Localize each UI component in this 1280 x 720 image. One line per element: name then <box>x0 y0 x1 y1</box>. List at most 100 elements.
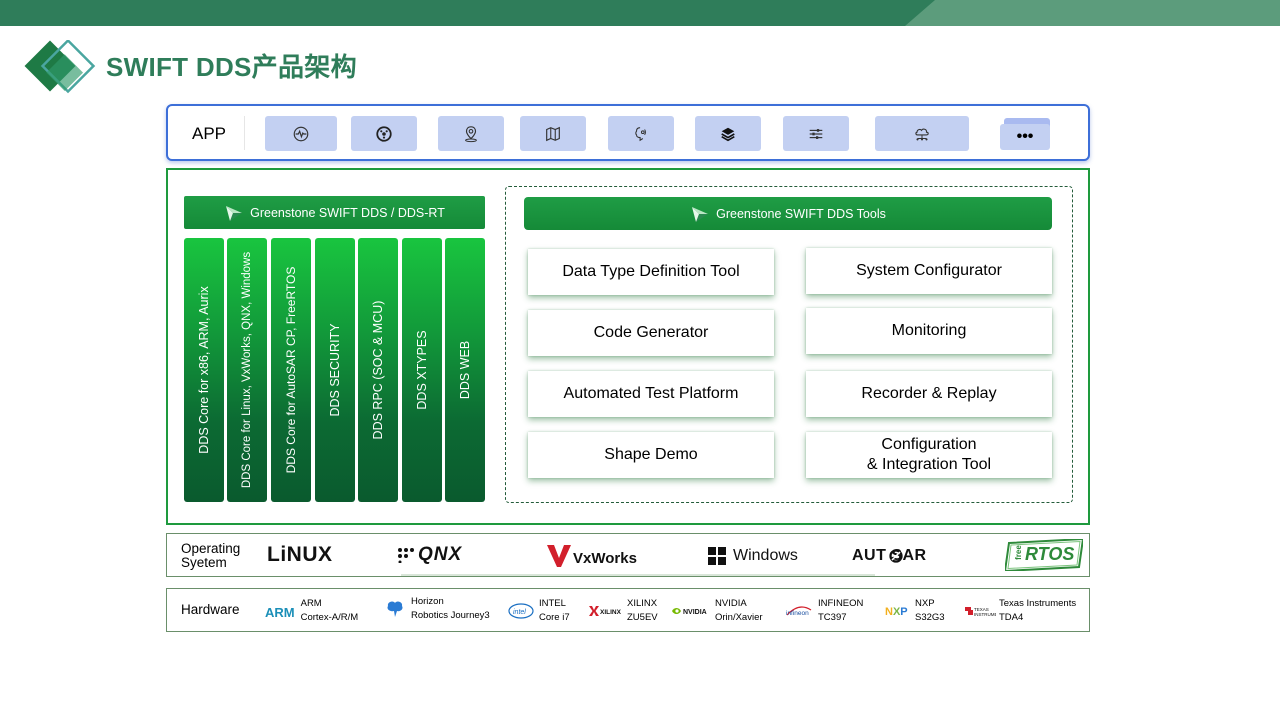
freertos-free-text: free <box>1013 545 1023 560</box>
dds-main-layer: Greenstone SWIFT DDS / DDS-RT DDS Core f… <box>166 168 1090 525</box>
activity-icon[interactable] <box>265 116 337 151</box>
autosar-logo: AUT SAR <box>852 547 927 565</box>
svg-text:infineon: infineon <box>786 610 809 617</box>
hw-name: Horizon <box>411 596 444 607</box>
hw-name: XILINX <box>627 598 658 609</box>
tool-data-type-definition: Data Type Definition Tool <box>528 249 774 295</box>
hw-nvidia: NVIDIA NVIDIA Orin/Xavier <box>671 597 763 625</box>
windows-logo: Windows <box>708 547 798 565</box>
tool-configuration-integration: Configuration & Integration Tool <box>806 432 1052 478</box>
windows-icon <box>708 547 726 565</box>
hw-horizon: Horizon Robotics Journey3 <box>385 595 490 623</box>
vxworks-logo: VxWorks <box>547 544 637 567</box>
svg-text:NVIDIA: NVIDIA <box>683 609 707 616</box>
core-column-autosar: DDS Core for AutoSAR CP, FreeRTOS <box>271 238 311 502</box>
hw-infineon: infineon INFINEON TC397 <box>785 597 863 625</box>
core-column-web: DDS WEB <box>445 238 485 502</box>
svg-text:INSTRUMENTS: INSTRUMENTS <box>974 612 996 617</box>
map-icon[interactable] <box>520 116 586 151</box>
nxp-logo-icon: NXP <box>885 606 908 617</box>
hw-name: INTEL <box>539 598 566 609</box>
linux-logo: LiNUX <box>267 543 333 567</box>
company-logo-icon <box>24 40 96 94</box>
freertos-logo: free RTOS <box>1005 539 1083 571</box>
core-column-rpc: DDS RPC (SOC & MCU) <box>358 238 398 502</box>
hw-nxp: NXP NXP S32G3 <box>885 597 945 625</box>
vxworks-v-icon <box>547 544 571 567</box>
svg-text:intel: intel <box>513 609 526 616</box>
os-label: Operating Syetem <box>181 542 240 570</box>
hw-model: TC397 <box>818 612 847 623</box>
core-column-label: DDS RPC (SOC & MCU) <box>371 300 385 440</box>
freertos-logo-text: RTOS <box>1025 544 1075 564</box>
svg-text:XILINX: XILINX <box>600 609 622 616</box>
tool-recorder-replay: Recorder & Replay <box>806 371 1052 417</box>
app-label: APP <box>192 124 227 143</box>
core-header: Greenstone SWIFT DDS / DDS-RT <box>184 196 485 229</box>
os-divider <box>401 574 875 576</box>
os-label-line2: Syetem <box>181 555 227 570</box>
core-column-label: DDS XTYPES <box>415 330 429 410</box>
more-apps-button[interactable]: ••• <box>1000 118 1052 150</box>
tools-header: Greenstone SWIFT DDS Tools <box>524 197 1052 230</box>
location-pin-icon[interactable] <box>438 116 504 151</box>
hw-model: Core i7 <box>539 612 570 623</box>
hw-name: NXP <box>915 598 935 609</box>
qnx-dots-icon <box>398 548 414 563</box>
page-title: SWIFT DDS产品架构 <box>106 52 357 82</box>
core-column-label: DDS WEB <box>458 340 472 400</box>
core-column-x86-arm: DDS Core for x86, ARM, Aurix <box>184 238 224 502</box>
hw-xilinx: XILINX XILINX ZU5EV <box>589 597 658 625</box>
infineon-logo-icon: infineon <box>786 606 812 617</box>
core-column-linux: DDS Core for Linux, VxWorks, QNX, Window… <box>227 238 267 502</box>
hw-intel: intel INTEL Core i7 <box>508 597 570 625</box>
layers-icon[interactable] <box>695 116 761 151</box>
cloud-network-icon[interactable] <box>875 116 969 151</box>
arm-logo: ARM <box>265 604 295 620</box>
core-column-label: DDS SECURITY <box>328 323 342 417</box>
more-icon: ••• <box>1000 124 1050 150</box>
core-column-xtypes: DDS XTYPES <box>402 238 442 502</box>
core-column-label: DDS Core for x86, ARM, Aurix <box>197 286 211 454</box>
voice-assistant-icon[interactable] <box>608 116 674 151</box>
steering-wheel-icon[interactable] <box>351 116 417 151</box>
ti-logo-icon: TEXASINSTRUMENTS <box>965 607 996 617</box>
tool-monitoring: Monitoring <box>806 308 1052 354</box>
hardware-label: Hardware <box>181 602 240 617</box>
tool-automated-test-platform: Automated Test Platform <box>528 371 774 417</box>
tool-system-configurator: System Configurator <box>806 248 1052 294</box>
core-column-security: DDS SECURITY <box>315 238 355 502</box>
greenstone-leaf-icon <box>692 206 709 222</box>
greenstone-leaf-icon <box>226 205 243 221</box>
vxworks-logo-text: VxWorks <box>573 550 637 567</box>
nvidia-logo-icon: NVIDIA <box>672 608 707 616</box>
core-column-label: DDS Core for Linux, VxWorks, QNX, Window… <box>241 251 253 489</box>
hw-name: Texas Instruments <box>999 598 1077 609</box>
hw-model: Cortex-A/R/M <box>300 612 359 623</box>
top-banner <box>0 0 1280 26</box>
linux-logo-text: LiNUX <box>267 543 333 566</box>
hw-model: Robotics Journey3 <box>411 610 490 621</box>
horizon-logo-icon <box>387 601 403 617</box>
app-divider <box>244 116 245 150</box>
qnx-logo: QNX <box>397 544 462 566</box>
core-header-label: Greenstone SWIFT DDS / DDS-RT <box>250 205 445 220</box>
os-layer: Operating Syetem LiNUX QNX VxWorks Windo… <box>166 533 1090 577</box>
sliders-icon[interactable] <box>783 116 849 151</box>
svg-text:NXP: NXP <box>885 606 908 617</box>
xilinx-logo-icon: XILINX <box>589 606 622 616</box>
tools-panel: Greenstone SWIFT DDS Tools Data Type Def… <box>505 186 1073 503</box>
hw-arm: ARM ARM Cortex-A/R/M <box>265 597 358 625</box>
hw-name: ARM <box>300 598 322 609</box>
app-layer: APP ••• <box>166 104 1090 161</box>
hw-name: NVIDIA <box>715 598 747 609</box>
hw-model: Orin/Xavier <box>715 612 763 623</box>
os-label-line1: Operating <box>181 541 241 556</box>
core-column-label: DDS Core for AutoSAR CP, FreeRTOS <box>284 266 298 474</box>
hw-texas-instruments: TEXASINSTRUMENTS Texas Instruments TDA4 <box>964 597 1076 625</box>
hw-model: TDA4 <box>999 612 1024 623</box>
windows-logo-text: Windows <box>733 547 798 564</box>
qnx-logo-text: QNX <box>418 544 463 565</box>
autosar-o-icon <box>889 549 903 563</box>
tool-shape-demo: Shape Demo <box>528 432 774 478</box>
